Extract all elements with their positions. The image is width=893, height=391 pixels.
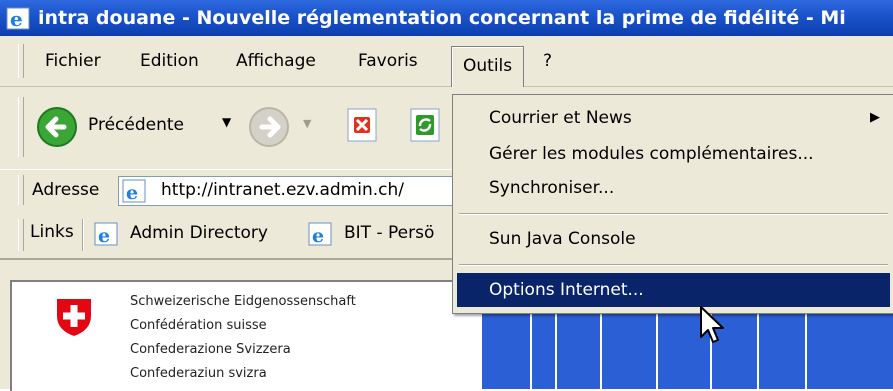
blue-header-banner <box>482 312 893 389</box>
menu-favoris[interactable]: Favoris <box>348 44 428 78</box>
menu-help[interactable]: ? <box>533 44 562 78</box>
menu-item-label: Options Internet... <box>489 280 644 300</box>
link-bit-perso[interactable]: e BIT - Persö <box>308 220 458 250</box>
back-button[interactable]: Précédente ▼ <box>36 101 236 153</box>
ie-page-icon: e <box>122 179 146 203</box>
title-bar: e intra douane - Nouvelle réglementation… <box>0 0 893 36</box>
menu-outils[interactable]: Outils <box>451 46 525 87</box>
menu-bar: Fichier Edition Affichage Favoris Outils… <box>0 36 893 87</box>
submenu-arrow-icon: ▶ <box>870 110 880 125</box>
svg-text:e: e <box>126 182 138 203</box>
banner-line <box>805 312 807 389</box>
link-label: BIT - Persö <box>344 223 435 243</box>
menu-separator <box>459 213 888 215</box>
menu-item-label: Synchroniser... <box>489 178 615 198</box>
ie-page-icon: e <box>94 222 118 247</box>
link-label: Admin Directory <box>130 223 268 243</box>
toolbar-grip[interactable] <box>18 97 24 157</box>
refresh-button[interactable] <box>408 107 444 149</box>
forward-dropdown-icon[interactable]: ▼ <box>303 117 311 130</box>
links-separator <box>82 219 84 251</box>
federation-line: Confederazione Svizzera <box>130 342 291 357</box>
link-admin-directory[interactable]: e Admin Directory <box>94 220 294 250</box>
frame-left <box>0 260 10 389</box>
forward-button[interactable] <box>248 106 290 152</box>
back-label: Précédente <box>88 115 184 135</box>
address-label: Adresse <box>32 180 100 200</box>
ie-page-icon: e <box>6 5 32 31</box>
svg-text:e: e <box>312 225 324 247</box>
menu-item-sun-java-console[interactable]: Sun Java Console <box>457 222 890 256</box>
back-dropdown-icon[interactable]: ▼ <box>222 115 231 129</box>
menu-item-options-internet[interactable]: Options Internet... <box>457 273 890 307</box>
menubar-grip[interactable] <box>18 44 24 78</box>
menu-edition[interactable]: Edition <box>130 44 209 78</box>
stop-button[interactable] <box>345 107 381 149</box>
outils-dropdown-menu: Courrier et News ▶ Gérer les modules com… <box>452 94 893 314</box>
menu-item-courrier-news[interactable]: Courrier et News ▶ <box>457 101 890 135</box>
address-url[interactable]: http://intranet.ezv.admin.ch/ <box>161 180 404 200</box>
federation-line: Confederaziun svizra <box>130 366 267 381</box>
banner-line <box>757 312 759 389</box>
links-label: Links <box>30 222 74 242</box>
menu-item-gerer-modules[interactable]: Gérer les modules complémentaires... <box>457 137 890 171</box>
federation-line: Schweizerische Eidgenossenschaft <box>130 294 356 309</box>
refresh-icon <box>410 108 440 142</box>
addressbar-grip[interactable] <box>18 175 24 205</box>
banner-line <box>656 312 658 389</box>
svg-text:e: e <box>98 225 110 247</box>
menu-item-label: Courrier et News <box>489 108 632 128</box>
ie-page-icon: e <box>308 222 332 247</box>
menu-fichier[interactable]: Fichier <box>35 44 111 78</box>
back-arrow-icon <box>37 107 77 147</box>
linksbar-grip[interactable] <box>18 219 24 251</box>
banner-line <box>530 312 532 389</box>
menu-affichage[interactable]: Affichage <box>226 44 326 78</box>
banner-line <box>600 312 602 389</box>
svg-text:e: e <box>10 7 23 31</box>
menu-separator <box>459 264 888 266</box>
swiss-coat-of-arms-icon <box>57 299 91 336</box>
window-title: intra douane - Nouvelle réglementation c… <box>38 7 846 29</box>
banner-line <box>555 312 557 389</box>
address-field[interactable]: e http://intranet.ezv.admin.ch/ <box>118 176 460 206</box>
menu-item-label: Gérer les modules complémentaires... <box>489 144 814 164</box>
menu-item-synchroniser[interactable]: Synchroniser... <box>457 171 890 205</box>
menu-item-label: Sun Java Console <box>489 229 636 249</box>
forward-arrow-icon <box>249 107 289 147</box>
federation-line: Confédération suisse <box>130 318 267 333</box>
mouse-cursor-icon <box>700 306 724 343</box>
stop-icon <box>347 108 377 142</box>
